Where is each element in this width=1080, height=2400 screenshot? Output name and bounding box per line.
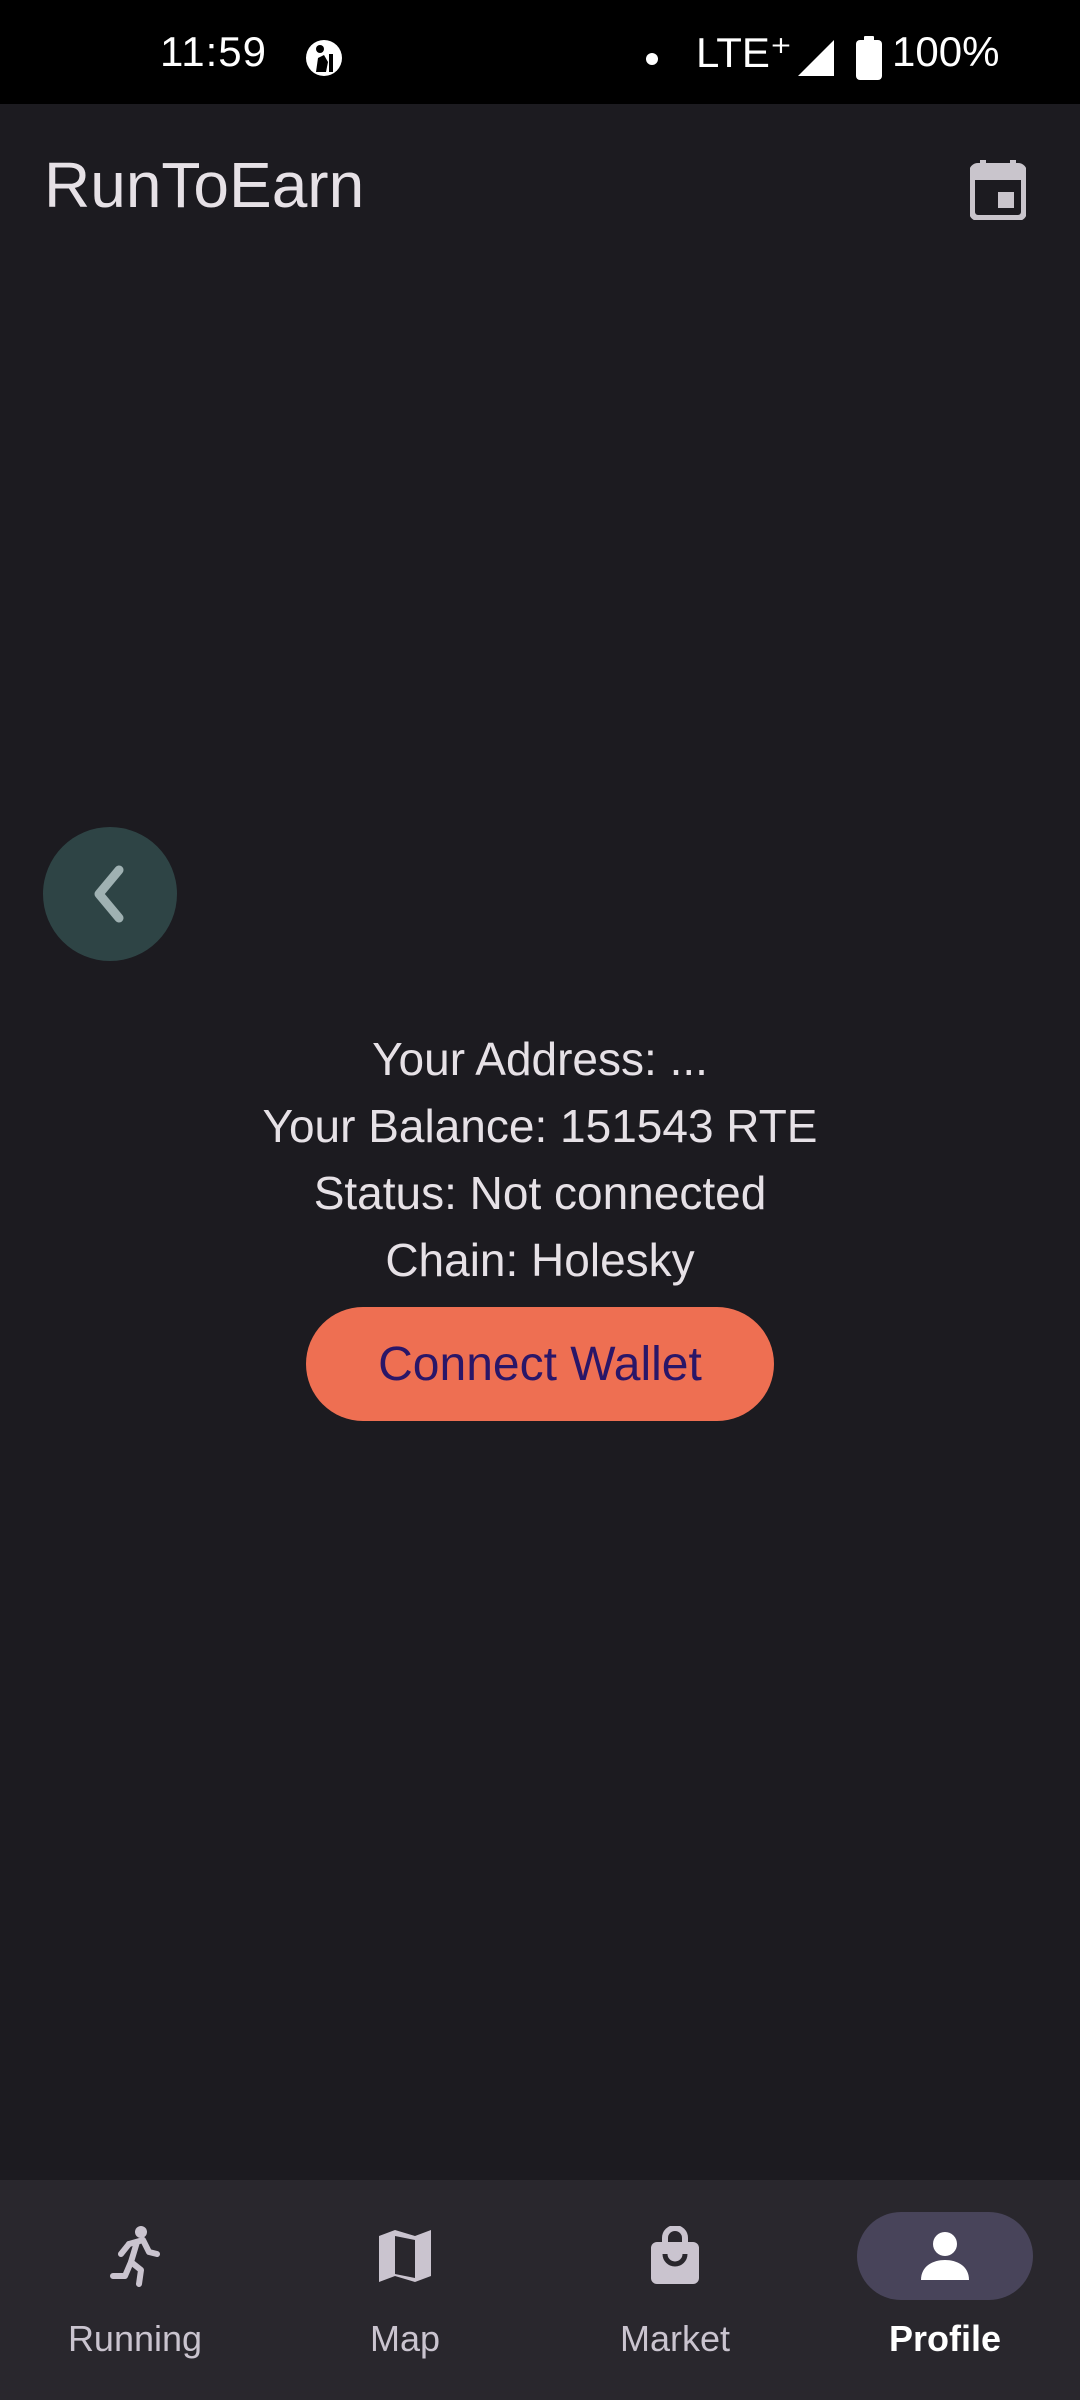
status-time: 11:59 [160, 28, 267, 75]
nav-icon-container [857, 2212, 1033, 2300]
app-notification-icon [304, 38, 344, 78]
nav-icon-container [317, 2212, 493, 2300]
status-text: Status: Not connected [313, 1167, 767, 1219]
connect-wallet-button[interactable]: Connect Wallet [306, 1307, 774, 1421]
nav-label-profile: Profile [888, 2318, 1002, 2359]
nav-label-market: Market [619, 2318, 731, 2359]
nav-item-profile[interactable]: Profile [810, 2180, 1080, 2400]
status-bar: 11:59 LTE⁺ 100% [0, 0, 1080, 104]
nav-label-map: Map [369, 2318, 441, 2359]
running-icon [110, 2226, 160, 2287]
nav-item-running[interactable]: Running [0, 2180, 270, 2400]
person-icon [921, 2232, 969, 2280]
chevron-left-icon [94, 865, 124, 923]
profile-screen: 11:59 LTE⁺ 100% RunToEarn Your Address: … [0, 0, 1080, 2400]
address-text: Your Address: ... [372, 1033, 708, 1085]
calendar-icon [970, 160, 1026, 220]
nav-icon-container [587, 2212, 763, 2300]
notification-dot-icon [646, 53, 658, 65]
bottom-navigation: Running Map Market Profile [0, 2180, 1080, 2400]
map-icon [379, 2230, 431, 2282]
network-type: LTE⁺ [696, 29, 793, 76]
nav-icon-container [47, 2212, 223, 2300]
calendar-button[interactable] [958, 150, 1038, 230]
shopping-bag-icon [651, 2226, 699, 2284]
wallet-info: Your Address: ... Your Balance: 151543 R… [0, 1026, 1080, 1294]
nav-label-running: Running [67, 2318, 203, 2359]
nav-item-map[interactable]: Map [270, 2180, 540, 2400]
battery-icon [856, 36, 882, 80]
nav-item-market[interactable]: Market [540, 2180, 810, 2400]
signal-icon [796, 38, 836, 78]
battery-percent: 100% [892, 28, 1000, 75]
balance-text: Your Balance: 151543 RTE [262, 1100, 818, 1152]
back-button[interactable] [43, 827, 177, 961]
app-title: RunToEarn [44, 149, 365, 221]
chain-text: Chain: Holesky [385, 1234, 695, 1286]
